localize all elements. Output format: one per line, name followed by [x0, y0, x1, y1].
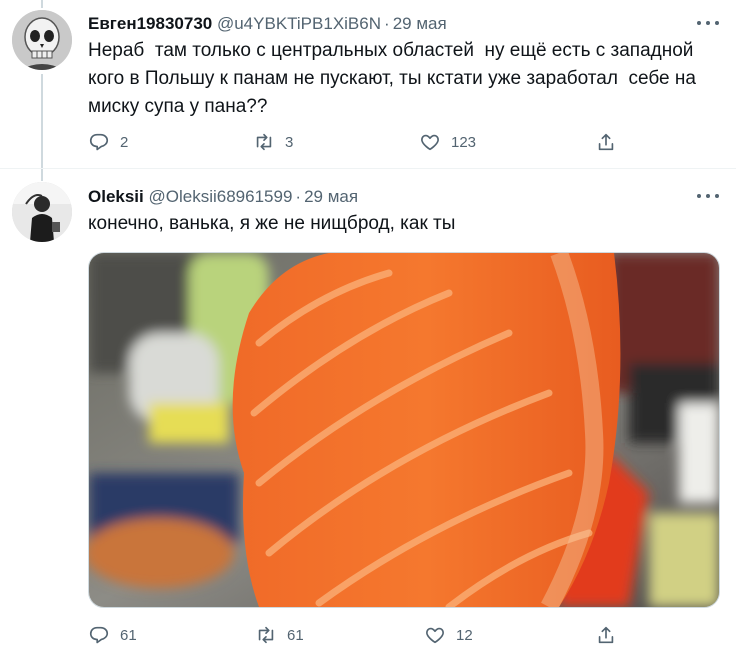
retweet-button[interactable]: 3 — [253, 129, 293, 155]
tweet-date[interactable]: 29 мая — [393, 14, 447, 33]
tweet-actions: 61 61 12 — [88, 622, 628, 648]
separator-dot: · — [295, 187, 302, 206]
separator-dot: · — [384, 14, 390, 33]
salmon-photo — [89, 253, 719, 607]
heart-icon — [421, 134, 439, 151]
reply-button[interactable]: 2 — [88, 129, 128, 155]
tweet-date[interactable]: 29 мая — [304, 187, 358, 206]
more-icon[interactable] — [696, 187, 720, 205]
tweet-header: Oleksii @Oleksii68961599 · 29 мая — [88, 187, 358, 207]
like-count: 123 — [451, 133, 477, 151]
thread-line-incoming — [41, 169, 43, 181]
share-button[interactable] — [595, 622, 617, 648]
retweet-icon — [256, 133, 272, 151]
heart-icon — [426, 627, 444, 644]
tweet-1[interactable]: Евген19830730 @u4YBKTiPB1XiB6N · 29 мая Не… — [0, 0, 736, 168]
reply-count: 61 — [120, 626, 137, 644]
retweet-button[interactable]: 61 — [255, 622, 304, 648]
retweet-count: 3 — [285, 133, 294, 151]
reply-icon — [89, 626, 109, 644]
avatar-evgen[interactable] — [12, 10, 72, 70]
share-icon — [598, 133, 614, 151]
thread-line-connector — [41, 74, 43, 168]
tweet-header: Евген19830730 @u4YBKTiPB1XiB6N · 29 мая — [88, 14, 447, 34]
reply-button[interactable]: 61 — [88, 622, 137, 648]
like-button[interactable]: 12 — [424, 622, 473, 648]
reply-icon — [89, 133, 109, 151]
like-button[interactable]: 123 — [419, 129, 476, 155]
author-handle[interactable]: @Oleksii68961599 — [149, 187, 293, 206]
avatar-oleksii[interactable] — [12, 182, 72, 242]
tweet-text: конечно, ванька, я же не нищброд, как ты — [88, 213, 456, 234]
share-button[interactable] — [595, 129, 617, 155]
tweet-media-image[interactable] — [88, 252, 720, 608]
share-icon — [598, 626, 614, 644]
tweet-actions: 2 3 123 — [88, 129, 628, 155]
retweet-icon — [258, 626, 274, 644]
reply-count: 2 — [120, 133, 129, 151]
author-handle[interactable]: @u4YBKTiPB1XiB6N — [217, 14, 381, 33]
author-name[interactable]: Евген19830730 — [88, 14, 212, 33]
retweet-count: 61 — [287, 626, 304, 644]
like-count: 12 — [456, 626, 473, 644]
more-icon[interactable] — [696, 14, 720, 32]
tweet-text: Нераб там только с центральных областей … — [88, 40, 702, 117]
author-name[interactable]: Oleksii — [88, 187, 144, 206]
thread-line-top — [41, 0, 43, 8]
